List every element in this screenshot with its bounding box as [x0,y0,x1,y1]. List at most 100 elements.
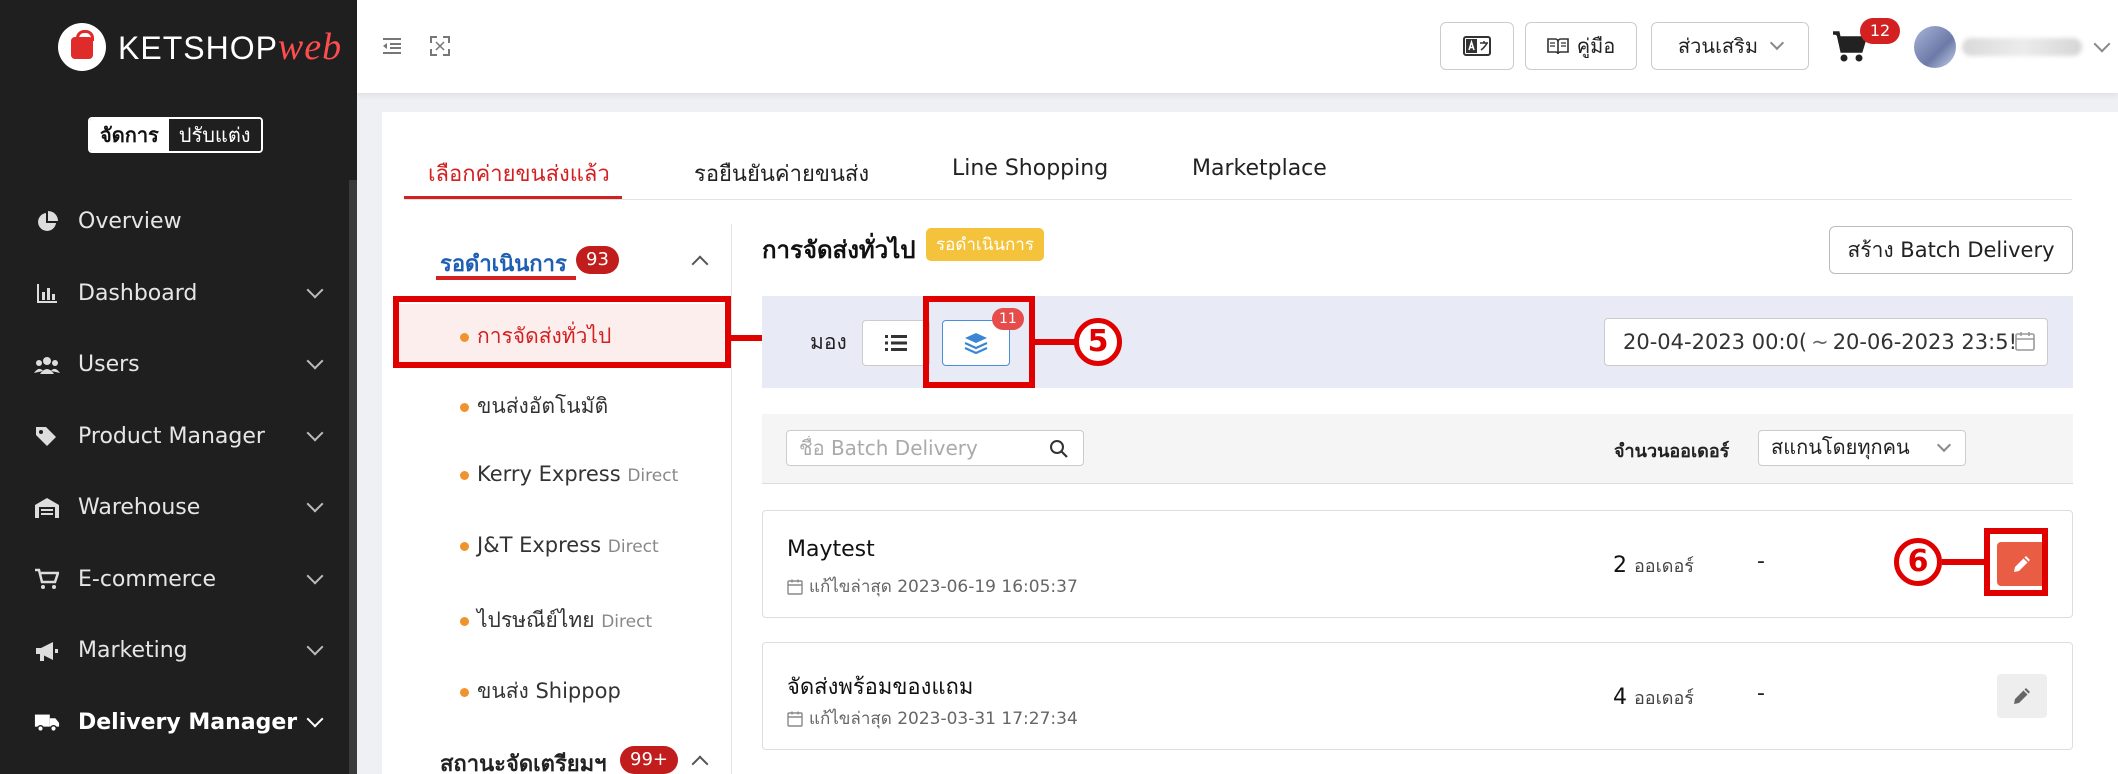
active-tab-underline [404,196,622,199]
chevron-up-icon[interactable] [691,755,709,773]
book-icon [1546,38,1569,55]
annotation-box-5 [923,296,1035,388]
sub-item-auto-shipping[interactable]: ขนส่งอัตโนมัติ [460,390,608,423]
fullscreen-icon[interactable] [428,34,452,58]
dot-icon [460,470,469,480]
batch-search-input[interactable] [799,436,1039,460]
truck-icon [34,709,60,735]
pending-count-badge: 93 [576,246,619,274]
chevron-down-icon [306,281,324,298]
sidebar-item-users[interactable]: Users [0,329,349,401]
page-title: การจัดส่งทั่วไป [762,236,916,264]
dot-icon [460,616,469,626]
sidebar-item-label: Users [78,352,140,378]
date-from: 20-04-2023 00:0( [1623,330,1808,354]
sidebar: KETSHOPweb จัดการ ปรับแต่ง Overview Dash… [0,0,357,774]
sidebar-item-label: Marketing [78,638,188,664]
sidebar-item-marketing[interactable]: Marketing [0,615,349,687]
cart-count-badge: 12 [1860,18,1900,44]
warehouse-icon [34,495,60,521]
create-batch-button[interactable]: สร้าง Batch Delivery [1829,226,2073,274]
annotation-box-6 [1984,528,2048,596]
sidebar-item-ecommerce[interactable]: E-commerce [0,544,349,616]
chevron-down-icon [306,710,324,727]
chevron-up-icon[interactable] [691,255,709,273]
manual-label: คู่มือ [1576,34,1616,58]
sidebar-item-label: Dashboard [78,280,198,306]
search-icon[interactable] [1049,439,1069,459]
sidebar-item-warehouse[interactable]: Warehouse [0,472,349,544]
sub-item-jt[interactable]: J&T Express Direct [460,533,659,557]
chevron-down-icon [306,638,324,656]
sidebar-item-label: Warehouse [78,495,201,521]
batch-edited: แก้ไขล่าสุด 2023-03-31 17:27:34 [787,705,1078,732]
translate-icon [1463,36,1491,56]
tab-line-shopping[interactable]: Line Shopping [952,156,1108,181]
tab-selected-carrier[interactable]: เลือกค่ายขนส่งแล้ว [428,156,610,191]
scan-by-select[interactable]: สแกนโดยทุกคน [1758,430,1966,466]
mode-manage-button[interactable]: จัดการ [90,119,169,151]
sidebar-item-label: E-commerce [78,566,216,592]
sidebar-scrollbar[interactable] [349,180,357,774]
annotation-number-6: 6 [1894,538,1942,586]
calendar-icon [2015,332,2035,351]
mode-customize-button[interactable]: ปรับแต่ง [168,119,261,151]
manual-button[interactable]: คู่มือ [1525,22,1637,70]
edit-batch-button[interactable] [1997,674,2047,718]
tab-await-carrier[interactable]: รอยืนยันค่ายขนส่ง [694,156,869,191]
chevron-down-icon [306,495,324,513]
user-name-blurred[interactable] [1962,38,2082,56]
collapse-menu-icon[interactable] [380,34,404,58]
shopping-bag-logo-icon [58,23,106,71]
prep-count-badge: 99+ [620,746,678,774]
sidebar-item-label: Product Manager [78,423,265,449]
sub-item-shippop[interactable]: ขนส่ง Shippop [460,675,621,708]
order-count: 4 ออเดอร์ [1613,685,1694,710]
logo-accent-text: web [277,26,343,68]
table-row[interactable]: จัดส่งพร้อมของแถม แก้ไขล่าสุด 2023-03-31… [762,642,2073,750]
table-row[interactable]: Maytest แก้ไขล่าสุด 2023-06-19 16:05:37 … [762,510,2073,618]
brand-logo[interactable]: KETSHOPweb [58,22,342,72]
dot-icon [460,687,469,697]
chevron-down-icon [306,424,324,441]
sidebar-item-delivery-manager[interactable]: Delivery Manager [0,687,349,759]
addons-dropdown[interactable]: ส่วนเสริม [1651,22,1809,70]
batch-name[interactable]: จัดส่งพร้อมของแถม [787,669,973,704]
cart-icon [34,566,60,592]
date-to: 20-06-2023 23:5! [1832,330,2017,354]
chevron-down-icon [1936,437,1952,453]
batch-table-header: จำนวนออเดอร์ สแกนโดยทุกคน [762,414,2073,484]
translate-button[interactable] [1440,22,1514,70]
chevron-down-icon [1769,35,1785,51]
batch-name[interactable]: Maytest [787,537,875,562]
sidebar-item-overview[interactable]: Overview [0,186,349,258]
sidebar-item-product-manager[interactable]: Product Manager [0,401,349,473]
view-label: มอง [810,330,847,354]
sub-item-kerry[interactable]: Kerry Express Direct [460,462,678,486]
calendar-icon [787,579,803,595]
sub-item-thailand-post[interactable]: ไปรษณีย์ไทย Direct [460,604,652,637]
logo-main-text: KETSHOP [118,30,278,66]
calendar-icon [787,711,803,727]
annotation-number-5: 5 [1074,318,1122,366]
sidebar-item-label: Delivery Manager [78,709,298,735]
sidebar-item-dashboard[interactable]: Dashboard [0,258,349,330]
annotation-line-6 [1942,559,1986,565]
tab-marketplace[interactable]: Marketplace [1192,156,1327,181]
bar-chart-icon [34,280,60,306]
column-order-count: จำนวนออเดอร์ [1614,441,1730,462]
annotation-box-4 [393,296,731,368]
group-underline [436,276,576,280]
date-range-picker[interactable]: 20-04-2023 00:0( ~ 20-06-2023 23:5! [1604,318,2048,366]
chevron-down-icon [306,567,324,584]
pie-chart-icon [34,209,60,235]
chevron-down-icon [306,352,324,370]
shipping-tabs: เลือกค่ายขนส่งแล้ว รอยืนยันค่ายขนส่ง Lin… [404,148,2072,200]
list-view-button[interactable] [862,320,930,366]
avatar[interactable] [1914,26,1956,68]
group-prep-title[interactable]: สถานะจัดเตรียมฯ [440,746,607,774]
sidebar-nav: Overview Dashboard Users Product Manager [0,186,349,758]
dot-icon [460,402,469,412]
mode-switch: จัดการ ปรับแต่ง [88,117,263,153]
batch-search[interactable] [786,430,1084,466]
